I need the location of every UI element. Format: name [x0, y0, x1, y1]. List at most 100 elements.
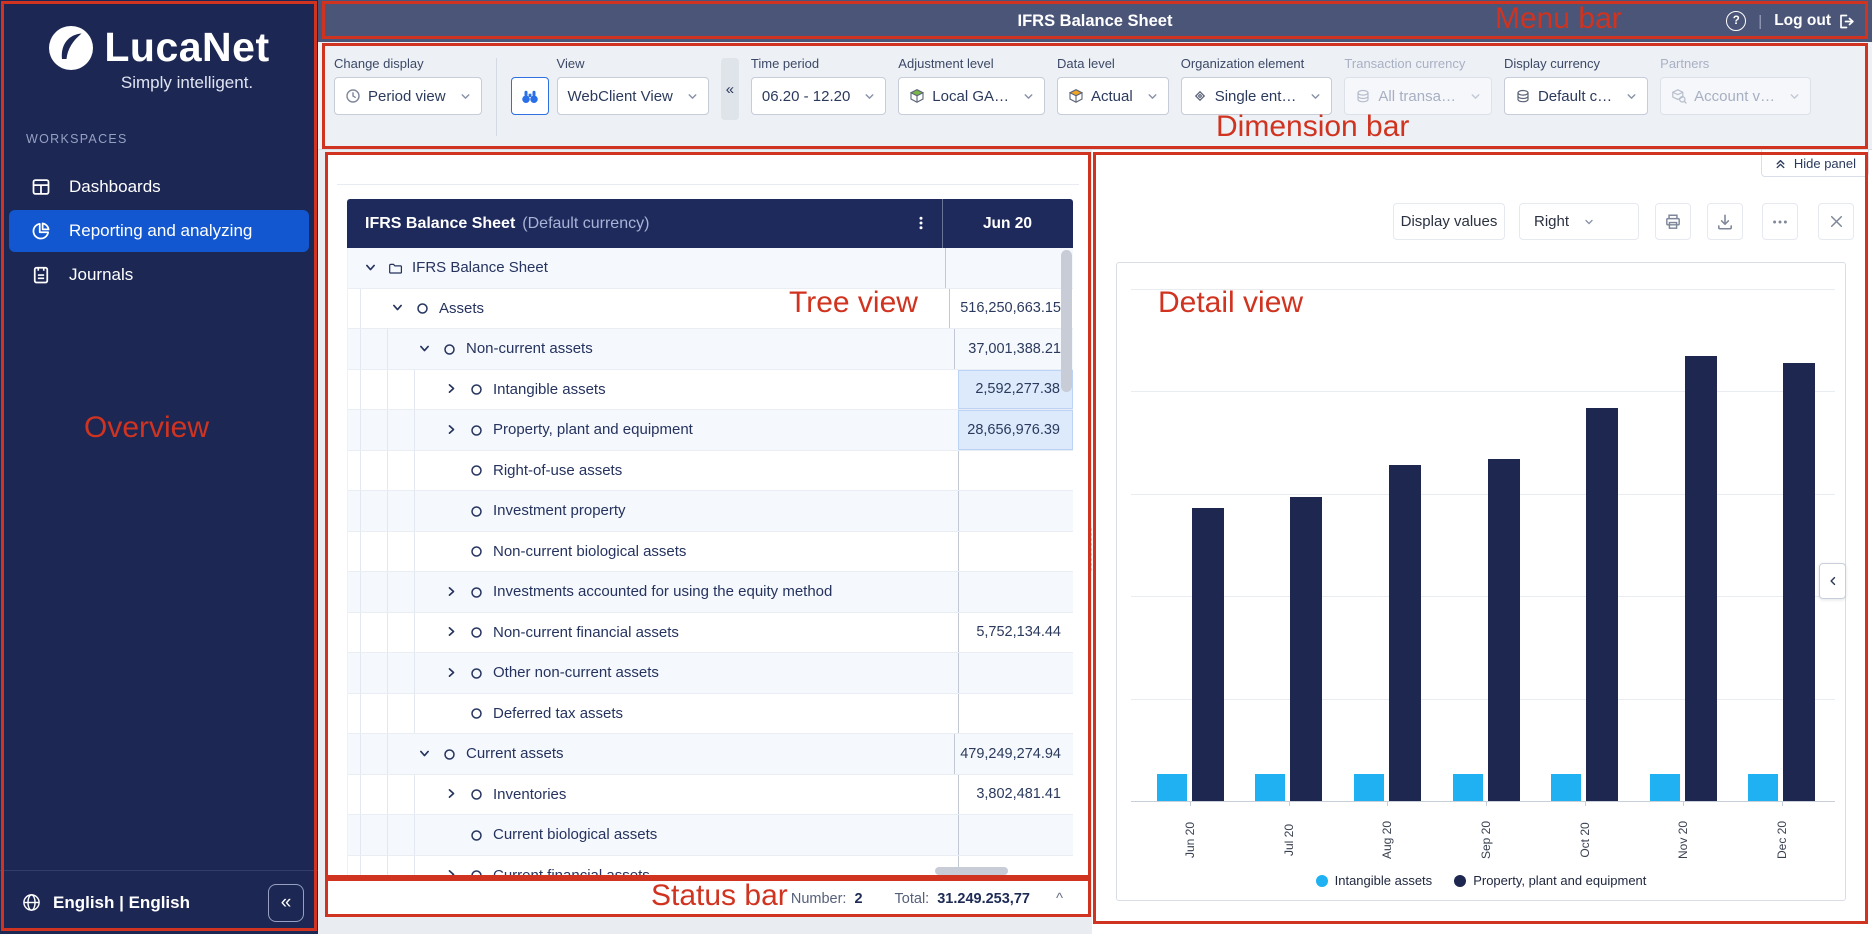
column-header-jun20[interactable]: Jun 20	[942, 199, 1073, 248]
value-cell-jun20[interactable]: 516,250,663.15	[949, 288, 1073, 328]
value-cell-jun20[interactable]: 2,592,277.38	[958, 369, 1073, 409]
bar-property-plant-and-equipment[interactable]	[1388, 465, 1421, 801]
display-currency-dropdown[interactable]: Default c…	[1503, 77, 1649, 115]
table-row[interactable]: Non-current biological assets	[348, 531, 1073, 572]
table-row[interactable]: Inventories 3,802,481.41	[348, 774, 1073, 815]
table-row[interactable]: Investment property	[348, 491, 1073, 532]
tree-name-cell[interactable]: Property, plant and equipment	[348, 410, 958, 450]
adjustment-level-dropdown[interactable]: Local GA…	[898, 77, 1045, 115]
value-cell-jun20[interactable]	[958, 491, 1073, 531]
sidebar-item-reporting-and-analyzing[interactable]: Reporting and analyzing	[9, 210, 309, 252]
table-row[interactable]: Deferred tax assets	[348, 693, 1073, 734]
tree-name-cell[interactable]: Other non-current assets	[348, 653, 958, 693]
more-options-button[interactable]	[1762, 203, 1798, 240]
chevron-down-icon[interactable]	[418, 747, 432, 761]
chevron-right-icon[interactable]	[445, 585, 459, 599]
bar-intangible-assets[interactable]	[1353, 774, 1384, 801]
bar-intangible-assets[interactable]	[1255, 774, 1286, 801]
bar-property-plant-and-equipment[interactable]	[1783, 362, 1816, 801]
chevron-right-icon[interactable]	[445, 423, 459, 437]
table-row[interactable]: Right-of-use assets	[348, 450, 1073, 491]
bar-intangible-assets[interactable]	[1156, 774, 1187, 801]
chevron-right-icon[interactable]	[445, 787, 459, 801]
tree-name-cell[interactable]: Investment property	[348, 491, 958, 531]
bar-intangible-assets[interactable]	[1551, 774, 1582, 801]
logout-button[interactable]: Log out	[1774, 12, 1856, 30]
status-collapse-caret[interactable]: ^	[1056, 890, 1063, 907]
table-row[interactable]: Non-current assets 37,001,388.21	[348, 329, 1073, 370]
chevron-down-icon[interactable]	[418, 342, 432, 356]
value-cell-jun20[interactable]	[958, 693, 1073, 733]
tree-name-cell[interactable]: Current financial assets	[348, 855, 958, 878]
legend-position-dropdown[interactable]: Right	[1519, 203, 1639, 240]
table-row[interactable]: Intangible assets 2,592,277.38	[348, 369, 1073, 410]
close-icon[interactable]	[1818, 203, 1854, 240]
table-row[interactable]: Investments accounted for using the equi…	[348, 572, 1073, 613]
chevron-right-icon[interactable]	[445, 382, 459, 396]
tree-name-cell[interactable]: Investments accounted for using the equi…	[348, 572, 958, 612]
value-cell-jun20[interactable]	[944, 248, 1073, 288]
print-button[interactable]	[1655, 203, 1691, 240]
tree-name-cell[interactable]: Deferred tax assets	[348, 693, 958, 733]
table-row[interactable]: Other non-current assets	[348, 653, 1073, 694]
tree-name-cell[interactable]: Assets	[348, 288, 949, 328]
tree-name-cell[interactable]: Non-current biological assets	[348, 531, 958, 571]
table-row[interactable]: Current assets 479,249,274.94	[348, 734, 1073, 775]
sidebar-collapse-button[interactable]: «	[268, 883, 304, 922]
tree-name-cell[interactable]: Non-current assets	[348, 329, 954, 369]
value-cell-jun20[interactable]	[958, 531, 1073, 571]
data-level-dropdown[interactable]: Actual	[1057, 77, 1169, 115]
value-cell-jun20[interactable]	[958, 815, 1073, 855]
value-cell-jun20[interactable]	[958, 572, 1073, 612]
change-display-dropdown[interactable]: Period view	[334, 77, 482, 115]
value-cell-jun20[interactable]	[958, 450, 1073, 490]
help-icon[interactable]: ?	[1726, 11, 1747, 31]
chevron-right-icon[interactable]	[445, 868, 459, 878]
binoculars-button[interactable]	[510, 77, 549, 115]
table-row[interactable]: Assets 516,250,663.15	[348, 288, 1073, 329]
dimension-bar-collapse-button[interactable]: «	[720, 58, 739, 120]
language-switcher[interactable]: English | English	[22, 893, 190, 913]
table-row[interactable]: Current biological assets	[348, 815, 1073, 856]
value-cell-jun20[interactable]: 5,752,134.44	[958, 612, 1073, 652]
chevron-down-icon[interactable]	[391, 301, 405, 315]
bar-property-plant-and-equipment[interactable]	[1191, 507, 1224, 801]
vertical-scrollbar[interactable]	[1061, 250, 1072, 392]
sidebar-item-journals[interactable]: Journals	[9, 254, 309, 296]
table-row[interactable]: Property, plant and equipment 28,656,976.…	[348, 410, 1073, 451]
bar-property-plant-and-equipment[interactable]	[1290, 496, 1323, 801]
time-period-dropdown[interactable]: 06.20 - 12.20	[750, 77, 887, 115]
value-cell-jun20[interactable]: 479,249,274.94	[953, 734, 1073, 774]
sidebar-item-dashboards[interactable]: Dashboards	[9, 166, 309, 208]
tree-name-cell[interactable]: Non-current financial assets	[348, 612, 958, 652]
tree-name-cell[interactable]: Intangible assets	[348, 369, 958, 409]
value-cell-jun20[interactable]: 37,001,388.21	[953, 329, 1073, 369]
value-cell-jun20[interactable]: 3,802,481.41	[958, 774, 1073, 814]
legend-item[interactable]: Property, plant and equipment	[1454, 873, 1646, 888]
kebab-menu-icon[interactable]	[909, 211, 933, 235]
tree-name-cell[interactable]: Inventories	[348, 774, 958, 814]
table-row[interactable]: Non-current financial assets 5,752,134.44	[348, 612, 1073, 653]
view-dropdown[interactable]: WebClient View	[556, 77, 709, 115]
expand-left-button[interactable]	[1819, 563, 1846, 599]
tree-name-cell[interactable]: IFRS Balance Sheet	[348, 248, 945, 288]
bar-property-plant-and-equipment[interactable]	[1586, 407, 1619, 801]
value-cell-jun20[interactable]: 28,656,976.39	[958, 410, 1073, 450]
chevron-right-icon[interactable]	[445, 625, 459, 639]
bar-intangible-assets[interactable]	[1452, 774, 1483, 801]
legend-item[interactable]: Intangible assets	[1315, 873, 1432, 888]
bar-property-plant-and-equipment[interactable]	[1684, 355, 1717, 801]
download-button[interactable]	[1707, 203, 1743, 240]
tree-name-cell[interactable]: Current biological assets	[348, 815, 958, 855]
bar-intangible-assets[interactable]	[1649, 774, 1680, 801]
value-cell-jun20[interactable]	[958, 653, 1073, 693]
panel-resize-handle[interactable]	[1089, 527, 1098, 573]
horizontal-scrollbar[interactable]	[935, 867, 1008, 875]
organization-element-dropdown[interactable]: Single ent…	[1180, 77, 1333, 115]
tree-name-cell[interactable]: Right-of-use assets	[348, 450, 958, 490]
display-values-button[interactable]: Display values	[1393, 203, 1505, 240]
bar-intangible-assets[interactable]	[1748, 774, 1779, 801]
table-row[interactable]: IFRS Balance Sheet	[348, 248, 1073, 289]
chevron-down-icon[interactable]	[364, 261, 378, 275]
bar-property-plant-and-equipment[interactable]	[1487, 458, 1520, 801]
